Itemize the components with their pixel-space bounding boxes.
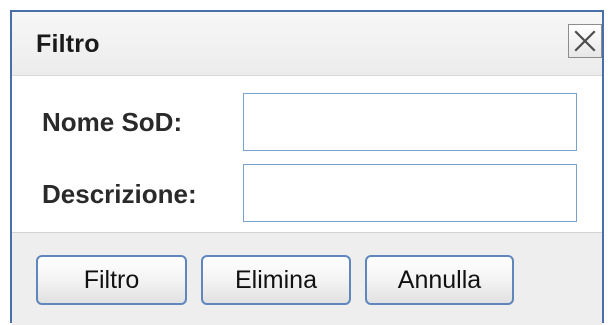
nome-sod-label: Nome SoD: — [42, 107, 183, 137]
descrizione-input[interactable] — [243, 164, 577, 222]
dialog-body: Nome SoD: Descrizione: — [12, 76, 602, 232]
dialog-titlebar: Filtro — [12, 12, 602, 76]
delete-button[interactable]: Elimina — [201, 255, 351, 305]
close-button[interactable] — [568, 24, 602, 58]
close-icon — [574, 30, 596, 52]
dialog-footer: Filtro Elimina Annulla — [12, 232, 602, 325]
nome-sod-input[interactable] — [243, 93, 577, 151]
cancel-button[interactable]: Annulla — [365, 255, 514, 305]
filter-button[interactable]: Filtro — [36, 255, 187, 305]
filter-dialog: Filtro Nome SoD: Descrizione: Filtro Eli… — [10, 10, 604, 325]
descrizione-label: Descrizione: — [42, 179, 197, 209]
dialog-title: Filtro — [36, 30, 100, 58]
